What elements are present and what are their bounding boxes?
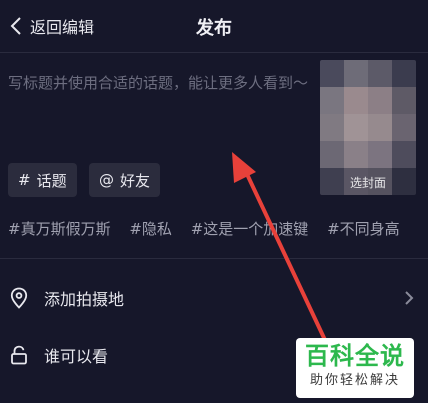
watermark-title: 百科全说 xyxy=(305,342,405,370)
watermark-logo: 百科全说 助你轻松解决 xyxy=(296,338,414,398)
watermark-subtitle: 助你轻松解决 xyxy=(309,373,400,388)
